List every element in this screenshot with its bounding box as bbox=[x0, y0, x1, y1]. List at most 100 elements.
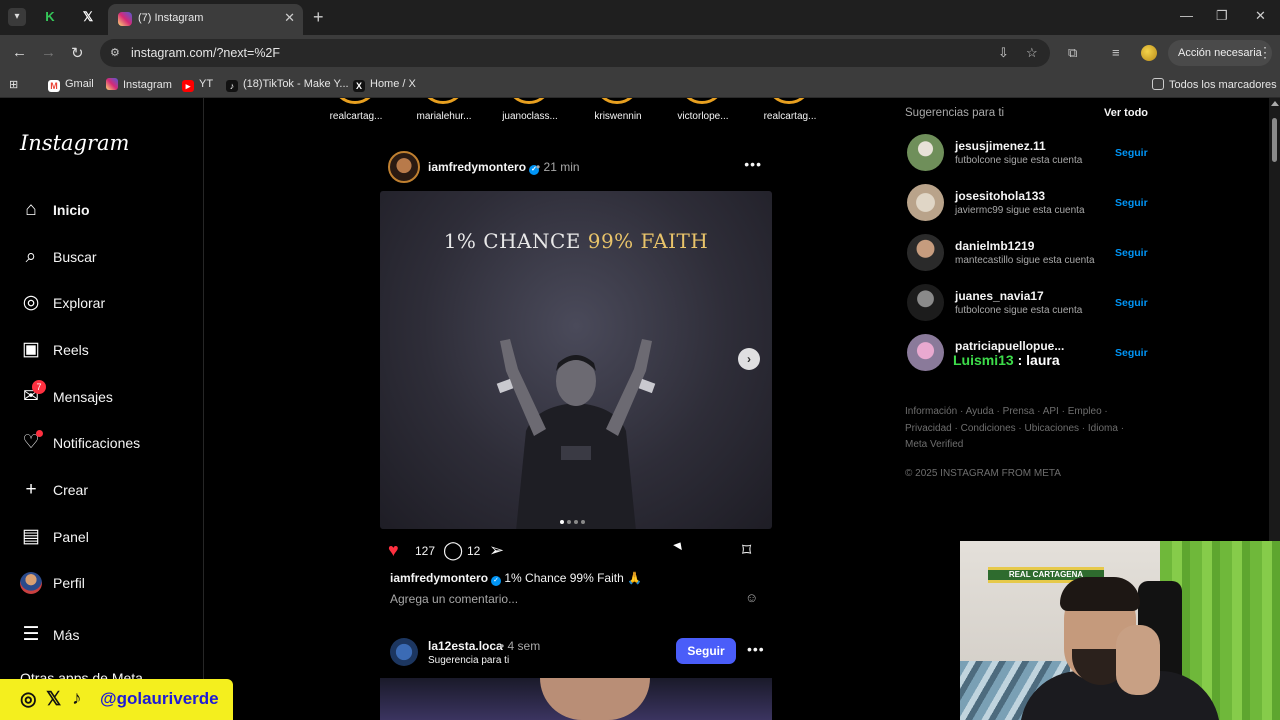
profile-avatar[interactable] bbox=[1141, 45, 1157, 61]
bookmark-x[interactable]: X Home / X bbox=[353, 78, 416, 92]
story-item[interactable]: kriswennin bbox=[582, 98, 654, 124]
post2-image[interactable] bbox=[380, 678, 772, 720]
comment-icon[interactable]: ◯ bbox=[443, 540, 463, 561]
post2-header: la12esta.loca • 4 sem Sugerencia para ti… bbox=[388, 636, 772, 672]
extensions-icon[interactable]: ⧉ bbox=[1068, 45, 1077, 61]
sidebar-item-explorar[interactable]: ◎ Explorar bbox=[20, 292, 190, 318]
close-window-icon[interactable]: ✕ bbox=[1255, 8, 1266, 24]
bookmark-gmail[interactable]: M Gmail bbox=[48, 78, 94, 92]
new-tab-icon[interactable]: + bbox=[313, 7, 324, 28]
bookmark-yt[interactable]: ▸ YT bbox=[182, 78, 213, 92]
sidebar-item-buscar[interactable]: ⌕ Buscar bbox=[20, 246, 190, 272]
story-item[interactable]: realcartag... bbox=[754, 98, 826, 124]
sidebar-item-mas[interactable]: ☰ Más bbox=[20, 624, 190, 650]
footer-link[interactable]: Ayuda bbox=[966, 406, 994, 417]
avatar[interactable] bbox=[907, 234, 944, 271]
share-icon[interactable]: ➢ bbox=[489, 540, 504, 561]
bookmark-instagram[interactable]: Instagram bbox=[106, 78, 172, 91]
sidebar-item-label: Explorar bbox=[53, 295, 106, 311]
post2-suggestion: Sugerencia para ti bbox=[428, 655, 510, 666]
sidebar-item-mensajes[interactable]: ✉ 7 Mensajes bbox=[20, 380, 190, 412]
see-all-link[interactable]: Ver todo bbox=[1104, 107, 1148, 119]
post2-options-icon[interactable]: ••• bbox=[747, 641, 765, 657]
footer-link[interactable]: Meta Verified bbox=[905, 439, 963, 450]
sidebar-item-crear[interactable]: + Crear bbox=[20, 479, 190, 505]
messages-badge: 7 bbox=[32, 380, 46, 394]
follow-link[interactable]: Seguir bbox=[1115, 347, 1148, 359]
scroll-up-arrow-icon[interactable] bbox=[1271, 101, 1279, 106]
comment-input[interactable]: Agrega un comentario... bbox=[390, 592, 518, 606]
chrome-menu-icon[interactable]: ⋮ bbox=[1258, 44, 1272, 61]
reload-icon[interactable]: ↻ bbox=[71, 44, 84, 62]
instagram-logo[interactable]: Instagram bbox=[20, 131, 129, 155]
like-heart-icon[interactable]: ♥ bbox=[388, 540, 399, 561]
suggestion-name[interactable]: danielmb1219 bbox=[955, 239, 1034, 253]
tab-instagram[interactable]: (7) Instagram ✕ bbox=[108, 4, 303, 35]
action-needed-button[interactable]: Acción necesaria bbox=[1168, 40, 1272, 66]
post-options-icon[interactable]: ••• bbox=[744, 156, 762, 172]
sidebar-item-reels[interactable]: ▣ Reels bbox=[20, 339, 190, 365]
sidebar-item-notificaciones[interactable]: ♡ Notificaciones bbox=[20, 430, 190, 458]
back-icon[interactable]: ← bbox=[12, 44, 27, 61]
footer-link[interactable]: API bbox=[1043, 406, 1059, 417]
footer-link[interactable]: Privacidad bbox=[905, 423, 952, 434]
footer-link[interactable]: Ubicaciones bbox=[1025, 423, 1079, 434]
story-item[interactable]: victorlope... bbox=[667, 98, 739, 124]
post-username[interactable]: iamfredymontero ✓ bbox=[428, 160, 540, 175]
sidebar-item-inicio[interactable]: ⌂ Inicio bbox=[20, 199, 190, 225]
post-image[interactable]: 1% CHANCE 99% FAITH › bbox=[380, 191, 772, 529]
site-info-icon[interactable]: ⚙ bbox=[110, 46, 120, 59]
instagram-icon: ◎ bbox=[20, 689, 37, 710]
avatar[interactable] bbox=[907, 184, 944, 221]
avatar[interactable] bbox=[907, 134, 944, 171]
post-avatar[interactable] bbox=[388, 151, 420, 183]
next-image-icon[interactable]: › bbox=[738, 348, 760, 370]
footer-link[interactable]: Información bbox=[905, 406, 957, 417]
avatar[interactable] bbox=[907, 284, 944, 321]
story-item[interactable]: marialehur... bbox=[408, 98, 480, 124]
follow-link[interactable]: Seguir bbox=[1115, 247, 1148, 259]
follow-link[interactable]: Seguir bbox=[1115, 297, 1148, 309]
post2-username[interactable]: la12esta.loca bbox=[428, 639, 503, 653]
sidebar-item-perfil[interactable]: Perfil bbox=[20, 572, 190, 598]
suggestion-name[interactable]: josesitohola133 bbox=[955, 189, 1045, 203]
bookmark-tiktok[interactable]: ♪ (18)TikTok - Make Y... bbox=[226, 78, 349, 92]
minimize-icon[interactable]: — bbox=[1180, 8, 1193, 23]
webcam-person-hair bbox=[1060, 577, 1140, 611]
follow-button[interactable]: Seguir bbox=[676, 638, 736, 664]
suggestion-name[interactable]: patriciapuellopue... bbox=[955, 339, 1064, 353]
footer-link[interactable]: Prensa bbox=[1003, 406, 1035, 417]
follow-link[interactable]: Seguir bbox=[1115, 147, 1148, 159]
restore-icon[interactable]: ❐ bbox=[1216, 8, 1228, 24]
scroll-thumb[interactable] bbox=[1272, 118, 1277, 162]
post2-avatar[interactable] bbox=[390, 638, 418, 666]
media-control-icon[interactable]: ≡ bbox=[1112, 45, 1120, 60]
suggestion-name[interactable]: juanes_navia17 bbox=[955, 289, 1044, 303]
footer-link[interactable]: Empleo bbox=[1068, 406, 1102, 417]
sidebar-item-panel[interactable]: ▤ Panel bbox=[20, 526, 190, 552]
all-bookmarks[interactable]: Todos los marcadores bbox=[1152, 78, 1277, 91]
pinned-tab-x-icon[interactable]: 𝕏 bbox=[80, 9, 96, 25]
tiktok-icon: ♪ bbox=[226, 80, 238, 92]
suggestion-name[interactable]: jesusjimenez.11 bbox=[955, 139, 1046, 153]
address-bar[interactable]: ⚙ instagram.com/?next=%2F ⇩ ☆ bbox=[100, 39, 1050, 67]
follow-link[interactable]: Seguir bbox=[1115, 197, 1148, 209]
forward-icon[interactable]: → bbox=[41, 44, 56, 61]
apps-grid-icon[interactable]: ⊞ bbox=[9, 78, 18, 91]
footer-link[interactable]: Condiciones bbox=[961, 423, 1016, 434]
story-item[interactable]: realcartag... bbox=[320, 98, 392, 124]
avatar[interactable] bbox=[907, 334, 944, 371]
tab-search-icon[interactable]: ▾ bbox=[8, 8, 26, 26]
bookmark-star-icon[interactable]: ☆ bbox=[1026, 45, 1038, 61]
story-item[interactable]: juanoclass... bbox=[494, 98, 566, 124]
emoji-icon[interactable]: ☺ bbox=[745, 590, 758, 605]
tab-close-icon[interactable]: ✕ bbox=[284, 10, 295, 26]
pinned-tab-kick-icon[interactable]: K bbox=[42, 9, 58, 25]
url-text[interactable]: instagram.com/?next=%2F bbox=[131, 46, 280, 60]
menu-icon: ☰ bbox=[22, 624, 40, 645]
save-bookmark-icon[interactable]: ⌑ bbox=[742, 540, 751, 561]
install-app-icon[interactable]: ⇩ bbox=[998, 45, 1009, 61]
folder-icon bbox=[1152, 78, 1164, 90]
footer-link[interactable]: Idioma bbox=[1088, 423, 1118, 434]
home-icon: ⌂ bbox=[25, 199, 37, 220]
